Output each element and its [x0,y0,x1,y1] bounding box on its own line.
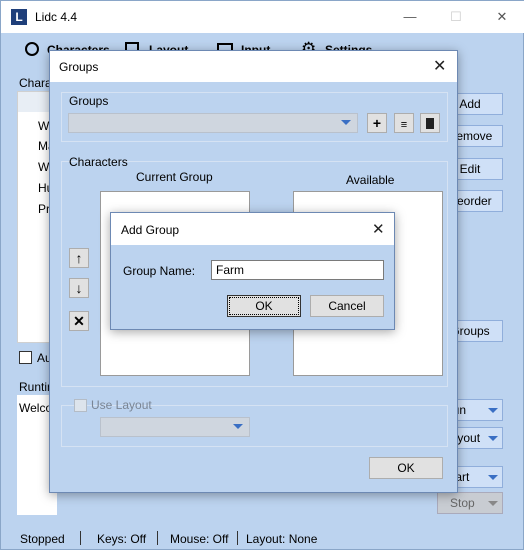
close-button[interactable]: ✕ [479,1,524,33]
status-keys: Keys: Off [97,532,147,546]
arrow-up-icon: ↑ [75,250,83,266]
group-name-field[interactable]: Farm [211,260,384,280]
chevron-down-icon [488,408,498,413]
remove-from-group-button[interactable]: ✕ [69,311,89,331]
plus-icon: + [372,115,382,131]
add-group-dialog: Add Group ✕ Group Name: Farm OK Cancel [110,212,395,330]
close-icon[interactable]: ✕ [433,56,446,76]
use-layout-checkbox[interactable] [74,399,87,412]
app-logo-icon: L [11,9,27,25]
trash-icon [426,118,434,129]
use-layout-label: Use Layout [91,398,152,412]
minimize-button[interactable]: — [387,1,433,33]
move-down-button[interactable]: ↓ [69,278,89,298]
current-group-label: Current Group [136,170,213,184]
stop-label: Stop [450,496,475,510]
close-icon: ✕ [73,313,85,329]
group-name-value: Farm [216,263,244,277]
groups-section-label: Groups [69,94,109,108]
status-divider [80,531,81,545]
window-title: Lidc 4.4 [35,10,78,24]
status-layout: Layout: None [246,532,318,546]
available-label: Available [346,173,395,187]
chevron-down-icon [488,436,498,441]
edit-group-button[interactable]: ≡ [394,113,414,133]
status-divider [157,531,158,545]
chevron-down-icon [341,120,351,125]
stop-button[interactable]: Stop [437,492,503,514]
arrow-down-icon: ↓ [75,280,83,296]
title-bar: L Lidc 4.4 — ☐ ✕ [1,1,524,33]
move-up-button[interactable]: ↑ [69,248,89,268]
groups-select[interactable] [68,113,358,133]
user-icon [25,42,39,56]
status-bar: Stopped Keys: Off Mouse: Off Layout: Non… [1,527,523,549]
status-divider [237,531,238,545]
groups-dialog-title: Groups [59,60,99,74]
groups-dialog-titlebar: Groups ✕ [50,51,457,82]
chevron-down-icon [488,501,498,506]
chevron-down-icon [488,475,498,480]
sliders-icon: ≡ [400,119,408,131]
layout-select[interactable] [100,417,250,437]
add-group-titlebar: Add Group ✕ [111,213,394,245]
add-group-button[interactable]: + [367,113,387,133]
delete-group-button[interactable] [420,113,440,133]
status-state: Stopped [20,532,65,546]
add-group-ok-button[interactable]: OK [227,295,301,317]
chevron-down-icon [233,424,243,429]
maximize-button[interactable]: ☐ [433,1,479,33]
auto-checkbox[interactable] [19,351,32,364]
close-icon[interactable]: ✕ [372,220,385,238]
group-name-label: Group Name: [123,264,196,278]
groups-ok-button[interactable]: OK [369,457,443,479]
add-group-title: Add Group [121,223,180,237]
characters-section-label: Characters [69,155,128,169]
status-mouse: Mouse: Off [170,532,229,546]
add-group-cancel-button[interactable]: Cancel [310,295,384,317]
